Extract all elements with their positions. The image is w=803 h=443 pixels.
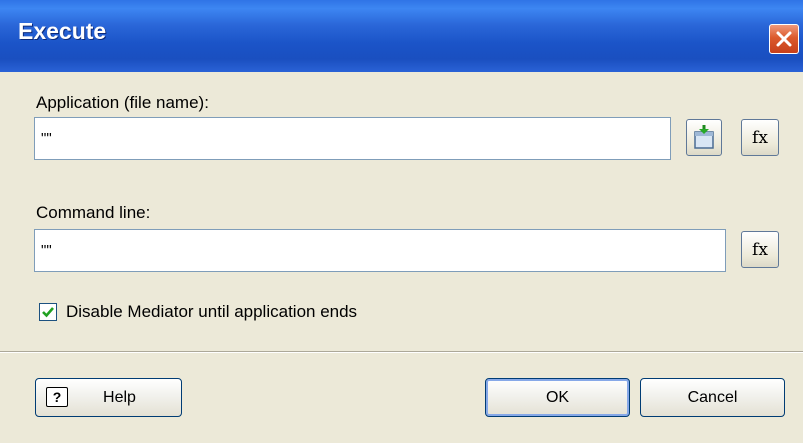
open-file-icon [694,125,714,149]
close-button[interactable] [769,24,799,54]
title-bar[interactable]: Execute [0,0,803,72]
help-button-label: Help [103,388,136,406]
checkmark-icon [42,307,54,318]
cancel-button-label: Cancel [687,388,738,406]
browse-file-button[interactable] [686,119,722,156]
command-line-input[interactable] [34,229,726,272]
fx-label: fx [752,127,768,148]
ok-button-label: OK [545,388,570,406]
separator [0,351,803,353]
command-line-expression-button[interactable]: fx [741,231,779,268]
application-expression-button[interactable]: fx [741,119,779,156]
application-label: Application (file name): [36,93,209,112]
application-input[interactable] [34,117,671,160]
ok-button[interactable]: OK [485,378,630,417]
dialog-title: Execute [18,18,107,44]
execute-dialog: Execute Application (file name): fx Comm… [0,0,803,443]
close-icon [776,31,792,47]
fx-label: fx [752,239,768,260]
command-line-label: Command line: [36,203,151,222]
help-button[interactable]: ? Help [35,378,182,417]
disable-mediator-checkbox[interactable] [39,303,57,321]
cancel-button[interactable]: Cancel [640,378,785,417]
disable-mediator-label[interactable]: Disable Mediator until application ends [66,302,357,322]
